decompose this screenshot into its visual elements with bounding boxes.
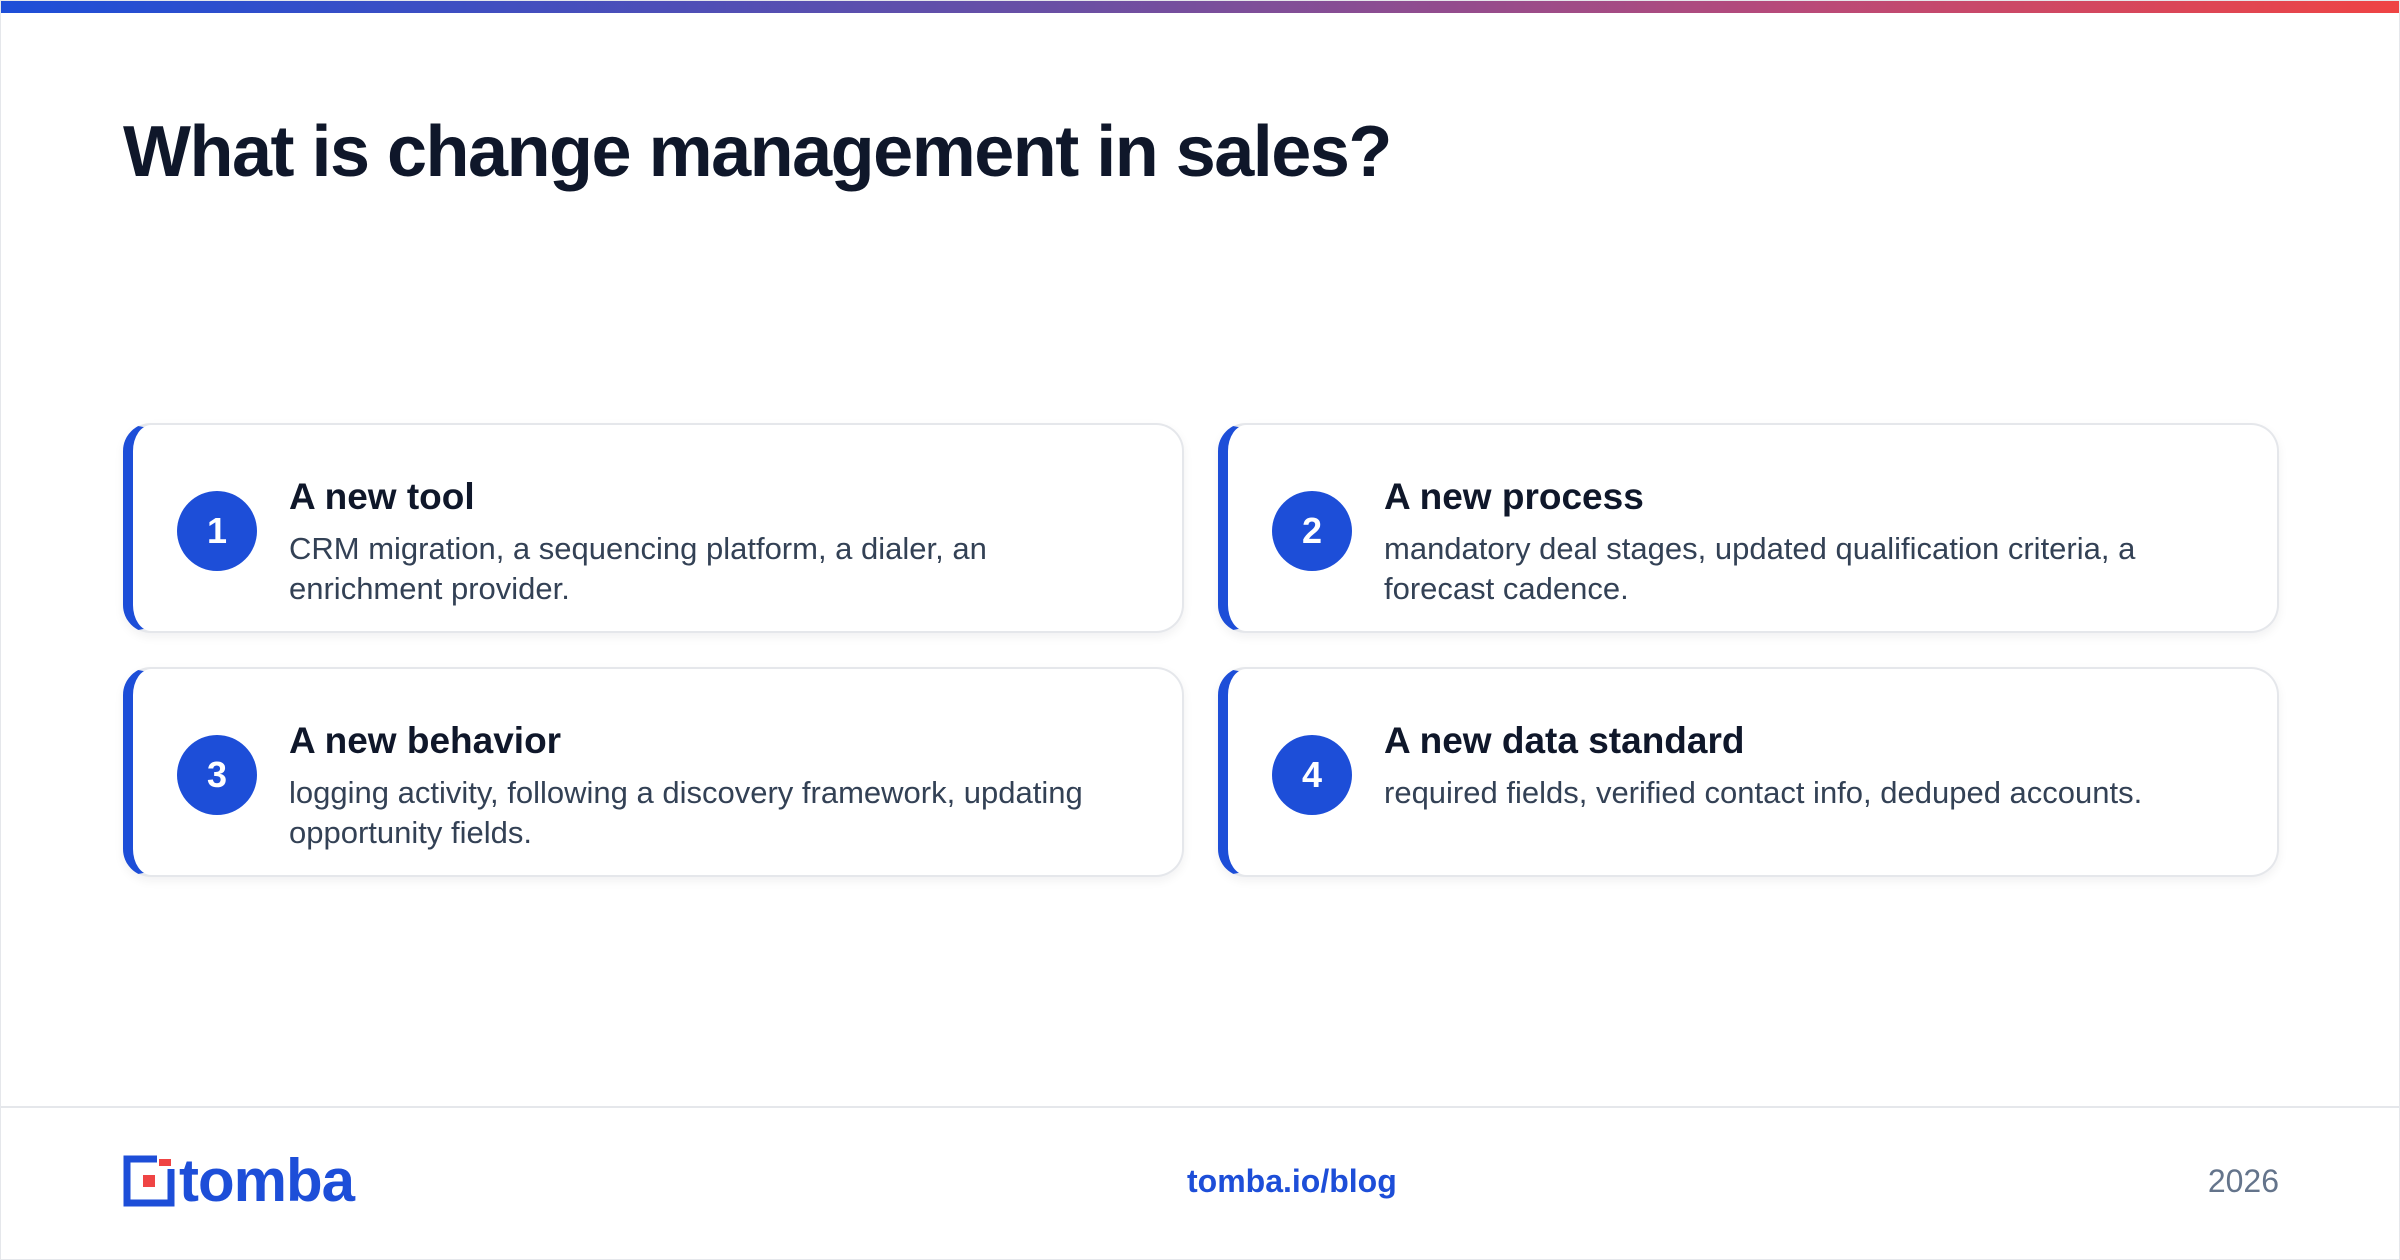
card-title: A new process [1384,476,1644,517]
card-description: mandatory deal stages, updated qualifica… [1384,531,2136,607]
tomba-logo-icon [123,1155,175,1207]
card-title: A new tool [289,476,475,517]
page-title: What is change management in sales? [123,112,1392,192]
footer-year: 2026 [2207,1163,2279,1199]
card-description: CRM migration, a sequencing platform, a … [289,531,987,607]
card-text: A new behavior logging activity, followi… [289,699,1142,853]
cards-grid: 1 A new tool CRM migration, a sequencing… [123,423,2279,877]
card-new-tool: 1 A new tool CRM migration, a sequencing… [123,423,1184,633]
card-text: A new tool CRM migration, a sequencing p… [289,455,1142,609]
card-title: A new behavior [289,720,562,761]
logo-wordmark: tomba [179,1147,355,1214]
number-badge: 1 [177,491,257,571]
footer-divider [1,1106,2399,1108]
number-badge: 3 [177,735,257,815]
card-new-process: 2 A new process mandatory deal stages, u… [1218,423,2279,633]
card-description: logging activity, following a discovery … [289,775,1083,851]
card-text: A new data standard required fields, ver… [1384,699,2237,813]
slide: What is change management in sales? 1 A … [0,0,2400,1260]
number-badge: 4 [1272,735,1352,815]
top-gradient-bar [1,1,2399,13]
number-badge: 2 [1272,491,1352,571]
card-text: A new process mandatory deal stages, upd… [1384,455,2237,609]
tomba-logo[interactable]: tomba [123,1147,355,1214]
card-new-behavior: 3 A new behavior logging activity, follo… [123,667,1184,877]
card-description: required fields, verified contact info, … [1384,775,2143,811]
blog-link[interactable]: tomba.io/blog [1187,1163,1397,1200]
card-title: A new data standard [1384,720,1745,761]
card-new-data-standard: 4 A new data standard required fields, v… [1218,667,2279,877]
